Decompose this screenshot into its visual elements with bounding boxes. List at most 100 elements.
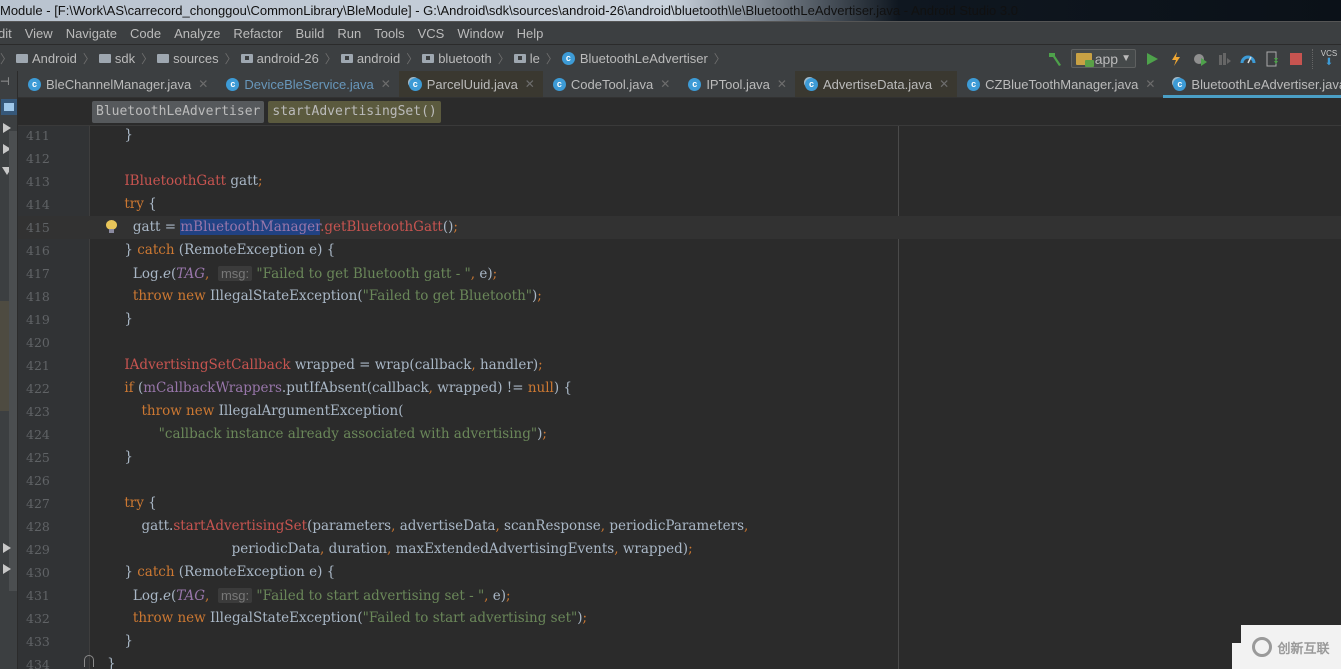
code-line: 433 }: [18, 630, 1341, 653]
breadcrumb-label: BluetoothLeAdvertiser: [579, 50, 708, 66]
structure-method[interactable]: startAdvertisingSet(): [268, 100, 441, 123]
breadcrumb-android[interactable]: Android 〉: [16, 50, 95, 67]
code-text: try {: [124, 495, 157, 511]
debug-button[interactable]: [1189, 48, 1211, 70]
run-config-dropdown[interactable]: app ▼: [1070, 49, 1136, 68]
menu-build[interactable]: Build: [295, 26, 324, 41]
code-line: 424 "callback instance already associate…: [18, 423, 1341, 446]
code-text: IBluetoothGatt gatt;: [124, 173, 263, 189]
class-icon: c: [226, 77, 240, 91]
breadcrumb-label: le: [529, 50, 540, 66]
breadcrumb-sources[interactable]: sources 〉: [157, 50, 237, 67]
structure-class[interactable]: BluetoothLeAdvertiser: [92, 100, 265, 123]
breadcrumb-label: sdk: [114, 50, 136, 66]
apply-changes-button[interactable]: [1165, 48, 1187, 70]
chevron-right-icon: 〉: [497, 51, 510, 66]
tab-label: BleChannelManager.java: [46, 76, 192, 92]
menu-vcs[interactable]: VCS: [418, 26, 445, 41]
menu-view[interactable]: View: [25, 26, 53, 41]
breadcrumb-android-pkg[interactable]: android 〉: [340, 50, 418, 67]
code-line-caret: 415 gatt = mBluetoothManager.getBluetoot…: [18, 216, 1341, 239]
line-number: 416: [26, 243, 50, 258]
code-line: 414 try {: [18, 193, 1341, 216]
menu-bar: dit View Navigate Code Analyze Refactor …: [0, 21, 1341, 44]
code-editor[interactable]: 411 } 412 413 IBluetoothGatt gatt; 414 t…: [18, 126, 1341, 669]
tab-iptool[interactable]: c IPTool.java ✕: [678, 71, 795, 97]
package-icon: [340, 53, 353, 63]
attach-debugger-button[interactable]: [1213, 48, 1235, 70]
breadcrumb-le[interactable]: le 〉: [513, 50, 558, 67]
line-number: 422: [26, 381, 50, 396]
menu-tools[interactable]: Tools: [374, 26, 404, 41]
window-title: Module - [F:\Work\AS\carrecord_chonggou\…: [0, 3, 1018, 18]
line-number: 434: [26, 657, 50, 669]
sdk-manager-icon: [1266, 51, 1278, 66]
menu-window[interactable]: Window: [457, 26, 503, 41]
close-icon[interactable]: ✕: [525, 77, 535, 91]
build-button[interactable]: [1044, 48, 1066, 70]
fold-marker-icon[interactable]: [84, 655, 94, 667]
tab-codetool[interactable]: c CodeTool.java ✕: [543, 71, 678, 97]
selected-text: mBluetoothManager: [180, 219, 321, 235]
run-button[interactable]: [1141, 48, 1163, 70]
expand-arrow-icon[interactable]: [3, 564, 11, 574]
tab-bluetoothleadvertiser[interactable]: c BluetoothLeAdvertiser.java ✕: [1163, 71, 1341, 98]
line-number: 424: [26, 427, 50, 442]
code-line: 431 Log.e(TAG, msg: "Failed to start adv…: [18, 584, 1341, 607]
tab-label: IPTool.java: [706, 76, 770, 92]
code-text: if (mCallbackWrappers.putIfAbsent(callba…: [124, 380, 573, 396]
breadcrumb-sdk[interactable]: sdk 〉: [98, 50, 153, 67]
project-tool-button[interactable]: [1, 99, 17, 115]
vertical-scrollbar[interactable]: [9, 131, 17, 591]
sdk-manager-button[interactable]: [1261, 48, 1283, 70]
menu-navigate[interactable]: Navigate: [66, 26, 117, 41]
code-text: gatt = mBluetoothManager.getBluetoothGat…: [90, 219, 458, 235]
code-line: 418 throw new IllegalStateException("Fai…: [18, 285, 1341, 308]
class-readonly-icon: c: [1173, 77, 1187, 91]
close-icon[interactable]: ✕: [939, 77, 949, 91]
close-icon[interactable]: ✕: [777, 77, 787, 91]
menu-help[interactable]: Help: [517, 26, 544, 41]
menu-analyze[interactable]: Analyze: [174, 26, 220, 41]
main-toolbar: app ▼ VCS ⬇: [1043, 45, 1341, 72]
close-icon[interactable]: ✕: [198, 77, 208, 91]
breadcrumb-class[interactable]: c BluetoothLeAdvertiser 〉: [561, 50, 726, 67]
close-icon[interactable]: ✕: [381, 77, 391, 91]
breadcrumb-label: android: [356, 50, 401, 66]
tab-parceluuid[interactable]: c ParcelUuid.java ✕: [398, 71, 543, 97]
profiler-icon: [1240, 55, 1256, 63]
breadcrumb-bluetooth[interactable]: bluetooth 〉: [422, 50, 510, 67]
close-icon[interactable]: ✕: [1145, 77, 1155, 91]
collapse-icon[interactable]: ⊣: [0, 75, 10, 88]
line-number: 417: [26, 266, 50, 281]
breadcrumb-label: Android: [32, 50, 77, 66]
attach-debugger-icon: [1219, 52, 1231, 65]
profiler-button[interactable]: [1237, 48, 1259, 70]
tab-advertisedata[interactable]: c AdvertiseData.java ✕: [794, 71, 958, 97]
code-line: 416 } catch (RemoteException e) {: [18, 239, 1341, 262]
tab-czbluetoothmanager[interactable]: c CZBlueToothManager.java ✕: [957, 71, 1163, 97]
menu-code[interactable]: Code: [130, 26, 161, 41]
tab-devicebleservice[interactable]: c DeviceBleService.java ✕: [216, 71, 398, 97]
tab-blechannelmanager[interactable]: c BleChannelManager.java ✕: [18, 71, 216, 97]
stop-button[interactable]: [1285, 48, 1307, 70]
code-line: 411 }: [18, 124, 1341, 147]
hammer-icon: [1048, 52, 1061, 66]
class-readonly-icon: c: [408, 77, 422, 91]
menu-refactor[interactable]: Refactor: [233, 26, 282, 41]
watermark: 创新互联: [1241, 625, 1341, 669]
close-icon[interactable]: ✕: [660, 77, 670, 91]
menu-run[interactable]: Run: [337, 26, 361, 41]
vcs-update-button[interactable]: VCS ⬇: [1318, 48, 1340, 70]
menu-edit[interactable]: dit: [0, 26, 12, 41]
expand-arrow-icon[interactable]: [3, 543, 11, 553]
package-icon: [240, 53, 253, 63]
editor-tabs: c BleChannelManager.java ✕ c DeviceBleSe…: [18, 71, 1341, 98]
code-text: Log.e(TAG, msg: "Failed to start adverti…: [90, 588, 511, 604]
code-text: throw new IllegalArgumentException(: [141, 403, 404, 419]
line-number: 433: [26, 634, 50, 649]
breadcrumb-android-26[interactable]: android-26 〉: [240, 50, 337, 67]
code-line: 419 }: [18, 308, 1341, 331]
class-icon: c: [552, 77, 566, 91]
breadcrumb-label: bluetooth: [438, 50, 492, 66]
